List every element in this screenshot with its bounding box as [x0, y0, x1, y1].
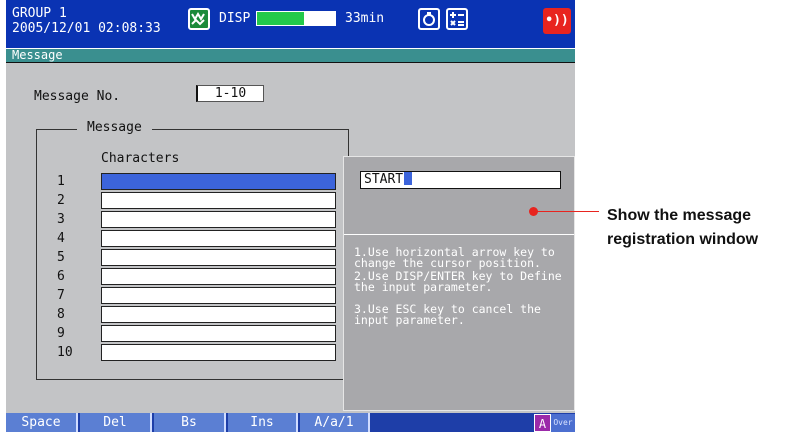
- registration-input-area: START: [344, 157, 574, 235]
- message-row: 4: [37, 230, 348, 248]
- message-row-number: 6: [57, 269, 65, 284]
- space-key[interactable]: Space: [6, 413, 78, 432]
- delete-key[interactable]: Del: [80, 413, 152, 432]
- message-row: 10: [37, 344, 348, 362]
- message-registration-window: START 1.Use horizontal arrow key to chan…: [343, 156, 575, 411]
- message-row-number: 7: [57, 288, 65, 303]
- input-mode-indicator: A: [534, 414, 551, 432]
- message-row-number: 4: [57, 231, 65, 246]
- message-row-number: 9: [57, 326, 65, 341]
- message-row: 9: [37, 325, 348, 343]
- message-field[interactable]: [101, 173, 336, 190]
- message-row-number: 5: [57, 250, 65, 265]
- message-row: 1: [37, 173, 348, 191]
- callout-annotation: Show the message registration window: [607, 204, 797, 252]
- message-field[interactable]: [101, 211, 336, 228]
- message-field[interactable]: [101, 268, 336, 285]
- callout-line-1: Show the message: [607, 207, 752, 224]
- message-field[interactable]: [101, 192, 336, 209]
- characters-header: Characters: [101, 151, 180, 166]
- message-field[interactable]: [101, 306, 336, 323]
- callout-line-2: registration window: [607, 231, 759, 248]
- message-row: 3: [37, 211, 348, 229]
- help-arrow-key: 1.Use horizontal arrow key to change the…: [354, 245, 555, 270]
- help-enter-key: 2.Use DISP/ENTER key to Define the input…: [354, 269, 562, 294]
- registration-input-text: START: [364, 172, 413, 188]
- registration-input[interactable]: START: [360, 171, 561, 189]
- status-bar: GROUP 1 2005/12/01 02:08:33 DISP 33min •…: [6, 0, 575, 48]
- display-mode-icon: [188, 8, 210, 30]
- memory-bar: [256, 11, 336, 26]
- message-field[interactable]: [101, 344, 336, 361]
- text-cursor: [404, 172, 413, 185]
- message-row-number: 2: [57, 193, 65, 208]
- math-icon: [446, 8, 468, 30]
- callout-line: [533, 211, 599, 212]
- overwrite-indicator: Over: [551, 414, 575, 432]
- message-field[interactable]: [101, 287, 336, 304]
- message-row: 5: [37, 249, 348, 267]
- page-title: Message: [12, 48, 63, 62]
- save-icon: [418, 8, 440, 30]
- message-no-field[interactable]: 1-10: [196, 85, 264, 102]
- character-type-key[interactable]: A/a/1: [300, 413, 370, 432]
- backspace-key[interactable]: Bs: [154, 413, 226, 432]
- message-no-label: Message No.: [34, 89, 121, 104]
- help-esc-key: 3.Use ESC key to cancel the input parame…: [354, 302, 541, 327]
- message-field[interactable]: [101, 230, 336, 247]
- recorder-screen: GROUP 1 2005/12/01 02:08:33 DISP 33min •…: [6, 0, 575, 432]
- message-field[interactable]: [101, 249, 336, 266]
- memory-remaining: 33min: [345, 11, 385, 26]
- message-row: 8: [37, 306, 348, 324]
- memory-bar-fill: [257, 12, 304, 25]
- soft-key-bar: Space Del Bs Ins A/a/1 A Over: [6, 413, 575, 432]
- message-row: 2: [37, 192, 348, 210]
- message-row-number: 3: [57, 212, 65, 227]
- message-group: Message Characters 1 2 3 4 5 6 7 8 9 10: [36, 120, 349, 380]
- disp-label: DISP: [219, 11, 251, 26]
- registration-input-value: START: [364, 172, 404, 187]
- message-row-number: 10: [57, 345, 73, 360]
- message-group-legend: Message: [77, 120, 152, 135]
- title-strip: Message: [6, 48, 575, 63]
- group-name[interactable]: GROUP 1: [12, 7, 67, 21]
- insert-key[interactable]: Ins: [228, 413, 298, 432]
- callout-dot: [529, 207, 538, 216]
- alarm-icon: •)): [543, 8, 571, 34]
- message-field[interactable]: [101, 325, 336, 342]
- message-row-number: 8: [57, 307, 65, 322]
- registration-help: 1.Use horizontal arrow key to change the…: [354, 245, 572, 328]
- date-time: 2005/12/01 02:08:33: [12, 21, 161, 36]
- message-row-number: 1: [57, 174, 65, 189]
- message-row: 7: [37, 287, 348, 305]
- message-row: 6: [37, 268, 348, 286]
